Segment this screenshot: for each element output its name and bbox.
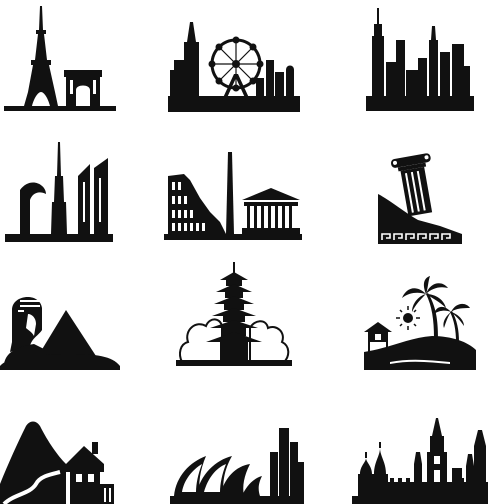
paris-eiffel-tower-arc-icon xyxy=(0,0,120,118)
dubai-skyline-icon xyxy=(0,138,120,248)
landmark-icon-grid xyxy=(0,0,490,504)
mountain-chalet-icon xyxy=(0,412,118,504)
rome-colosseum-obelisk-icon xyxy=(160,148,305,248)
tropical-palm-beach-icon xyxy=(360,276,480,372)
new-york-skyline-icon xyxy=(360,0,480,118)
moscow-kremlin-icon xyxy=(350,412,490,504)
greek-column-ruins-icon xyxy=(370,150,470,250)
egypt-sphinx-pyramid-icon xyxy=(0,280,122,374)
london-big-ben-eye-icon xyxy=(160,0,305,118)
asian-pagoda-icon xyxy=(170,258,295,374)
sydney-opera-house-icon xyxy=(166,412,306,504)
